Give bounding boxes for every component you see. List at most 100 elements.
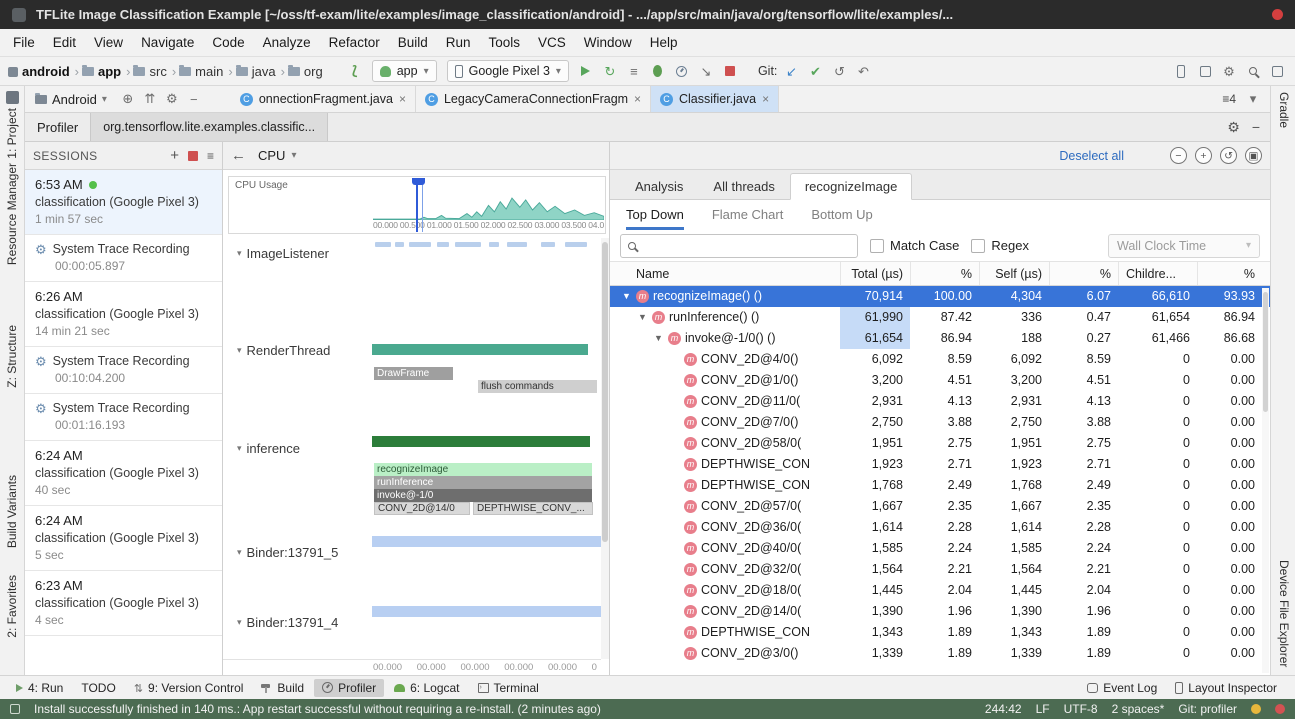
editor-settings-icon[interactable]: ▾ (1242, 91, 1264, 107)
close-icon[interactable]: × (399, 92, 406, 106)
thread-row-binder4[interactable]: ▾ Binder:13791_4 (237, 614, 338, 630)
wrench-icon[interactable]: ⟅ (345, 61, 365, 81)
apply-changes-icon[interactable]: ↻ (600, 61, 620, 81)
menu-item[interactable]: VCS (529, 31, 575, 54)
status-widget[interactable]: 2 spaces* (1112, 702, 1165, 716)
zoom-out-icon[interactable]: − (1170, 147, 1187, 164)
hidden-tabs-dropdown[interactable]: ≡4 (1222, 92, 1236, 106)
sidebar-item-gradle[interactable]: Gradle (1277, 92, 1291, 128)
analysis-subtab[interactable]: Bottom Up (811, 200, 872, 230)
breadcrumb-item[interactable]: java › (236, 64, 286, 79)
sidebar-item-favorites[interactable]: 2: Favorites (5, 575, 19, 638)
gear-icon[interactable]: ⚙ (161, 86, 183, 112)
table-row[interactable]: ▼ m CONV_2D@32/0( 1,564 2.21 1,564 2.21 … (610, 559, 1270, 580)
thread-row-inference[interactable]: ▾ inference (237, 440, 300, 456)
session-item[interactable]: 6:24 AM ⚙ classification (Google Pixel 3… (25, 441, 222, 506)
session-item[interactable]: 6:53 AM ⚙ classification (Google Pixel 3… (25, 170, 222, 235)
status-widget[interactable]: UTF-8 (1064, 702, 1098, 716)
table-row[interactable]: ▼ m CONV_2D@3/0() 1,339 1.89 1,339 1.89 … (610, 643, 1270, 664)
table-row[interactable]: ▼ m runInference() () 61,990 87.42 336 0… (610, 307, 1270, 328)
column-header-total[interactable]: Total (µs) (840, 262, 910, 285)
thread-row-imagelistener[interactable]: ▾ ImageListener (237, 245, 329, 261)
session-item[interactable]: ⚙ System Trace Recording 00:00:05.897 (25, 235, 222, 282)
toolwindow-button[interactable]: TODO (73, 679, 123, 697)
toolwindow-button[interactable]: 4: Run (8, 679, 71, 697)
menu-item[interactable]: Build (389, 31, 437, 54)
table-row[interactable]: ▼ m invoke@-1/0() () 61,654 86.94 188 0.… (610, 328, 1270, 349)
trace-span-drawframe[interactable]: DrawFrame (374, 367, 453, 380)
toolwindow-button[interactable]: Profiler (314, 679, 384, 697)
toolwindow-toggle-icon[interactable] (10, 704, 20, 714)
hide-panel-icon[interactable]: − (1252, 119, 1260, 135)
sdk-manager-icon[interactable] (1195, 61, 1215, 81)
session-item[interactable]: 6:26 AM ⚙ classification (Google Pixel 3… (25, 282, 222, 347)
deselect-all-link[interactable]: Deselect all (1059, 149, 1124, 163)
locate-icon[interactable]: ⊕ (117, 86, 139, 112)
collapse-all-icon[interactable]: ⇈ (139, 86, 161, 112)
sessions-menu-icon[interactable]: ≡ (207, 149, 214, 163)
table-row[interactable]: ▼ m DEPTHWISE_CON 1,923 2.71 1,923 2.71 … (610, 454, 1270, 475)
session-item[interactable]: 6:24 AM ⚙ classification (Google Pixel 3… (25, 506, 222, 571)
table-row[interactable]: ▼ m recognizeImage() () 70,914 100.00 4,… (610, 286, 1270, 307)
trace-span-invoke[interactable]: invoke@-1/0 (374, 489, 592, 502)
git-history-icon[interactable]: ↺ (829, 61, 849, 81)
table-row[interactable]: ▼ m CONV_2D@57/0( 1,667 2.35 1,667 2.35 … (610, 496, 1270, 517)
selection-handle[interactable] (412, 178, 425, 185)
close-icon[interactable]: × (762, 92, 769, 106)
table-row[interactable]: ▼ m CONV_2D@7/0() 2,750 3.88 2,750 3.88 … (610, 412, 1270, 433)
menu-item[interactable]: Run (437, 31, 480, 54)
thread-row-renderthread[interactable]: ▾ RenderThread (237, 342, 330, 358)
column-header-children[interactable]: Childre... (1118, 262, 1197, 285)
scrollbar-thumb[interactable] (602, 242, 608, 542)
stop-session-icon[interactable] (188, 151, 198, 161)
table-row[interactable]: ▼ m CONV_2D@11/0( 2,931 4.13 2,931 4.13 … (610, 391, 1270, 412)
project-view-select[interactable]: Android ▾ (25, 86, 117, 112)
menu-item[interactable]: View (85, 31, 132, 54)
project-structure-icon[interactable]: ⚙ (1219, 61, 1239, 81)
git-commit-icon[interactable]: ✔ (805, 61, 825, 81)
analysis-subtab[interactable]: Top Down (626, 200, 684, 230)
profiler-session-tab[interactable]: org.tensorflow.lite.examples.classific..… (90, 113, 328, 141)
sidebar-item-build-variants[interactable]: Build Variants (5, 475, 19, 548)
menu-item[interactable]: Refactor (320, 31, 389, 54)
trace-span-flush-commands[interactable]: flush commands (478, 380, 597, 393)
trace-span-depthwise[interactable]: DEPTHWISE_CONV_... (473, 502, 593, 515)
analysis-tab[interactable]: All threads (698, 173, 789, 199)
zoom-in-icon[interactable]: + (1195, 147, 1212, 164)
editor-tab[interactable]: C Classifier.java × (651, 86, 779, 112)
menu-item[interactable]: File (4, 31, 44, 54)
match-case-checkbox[interactable]: Match Case (870, 238, 959, 253)
attach-debugger-icon[interactable]: ↘ (696, 61, 716, 81)
analysis-tab[interactable]: recognizeImage (790, 173, 913, 200)
sidebar-item-device-file-explorer[interactable]: Device File Explorer (1277, 560, 1291, 667)
breadcrumb-item[interactable]: org › (288, 64, 323, 79)
session-item[interactable]: ⚙ System Trace Recording 00:10:04.200 (25, 347, 222, 394)
analysis-subtab[interactable]: Flame Chart (712, 200, 784, 230)
table-row[interactable]: ▼ m CONV_2D@36/0( 1,614 2.28 1,614 2.28 … (610, 517, 1270, 538)
column-header-total-pct[interactable]: % (910, 262, 979, 285)
trace-span-recognizeimage[interactable]: recognizeImage (374, 463, 592, 476)
status-widget[interactable]: Git: profiler (1178, 702, 1237, 716)
toolwindow-button[interactable]: Build (253, 679, 312, 697)
trace-span-runinference[interactable]: runInference (374, 476, 592, 489)
menu-item[interactable]: Help (641, 31, 687, 54)
column-header-name[interactable]: Name (610, 262, 840, 285)
menu-item[interactable]: Window (575, 31, 641, 54)
table-row[interactable]: ▼ m CONV_2D@14/0( 1,390 1.96 1,390 1.96 … (610, 601, 1270, 622)
status-widget[interactable]: LF (1036, 702, 1050, 716)
sidebar-item-resource-manager[interactable]: Resource Manager (5, 163, 19, 265)
run-configuration-select[interactable]: app ▾ (372, 60, 437, 82)
menu-item[interactable]: Edit (44, 31, 85, 54)
profiler-window-title[interactable]: Profiler (25, 113, 90, 141)
table-row[interactable]: ▼ m CONV_2D@1/0() 3,200 4.51 3,200 4.51 … (610, 370, 1270, 391)
project-toolwindow-icon[interactable] (6, 91, 19, 104)
run-icon[interactable] (576, 61, 596, 81)
table-row[interactable]: ▼ m CONV_2D@58/0( 1,951 2.75 1,951 2.75 … (610, 433, 1270, 454)
clock-type-select[interactable]: Wall Clock Time ▾ (1108, 234, 1260, 258)
debug-icon[interactable] (648, 61, 668, 81)
toolwindow-button[interactable]: Event Log (1079, 679, 1165, 697)
table-row[interactable]: ▼ m CONV_2D@18/0( 1,445 2.04 1,445 2.04 … (610, 580, 1270, 601)
column-header-children-pct[interactable]: % (1197, 262, 1262, 285)
filter-input[interactable] (642, 238, 850, 253)
expand-arrow-icon[interactable]: ▼ (622, 286, 632, 307)
